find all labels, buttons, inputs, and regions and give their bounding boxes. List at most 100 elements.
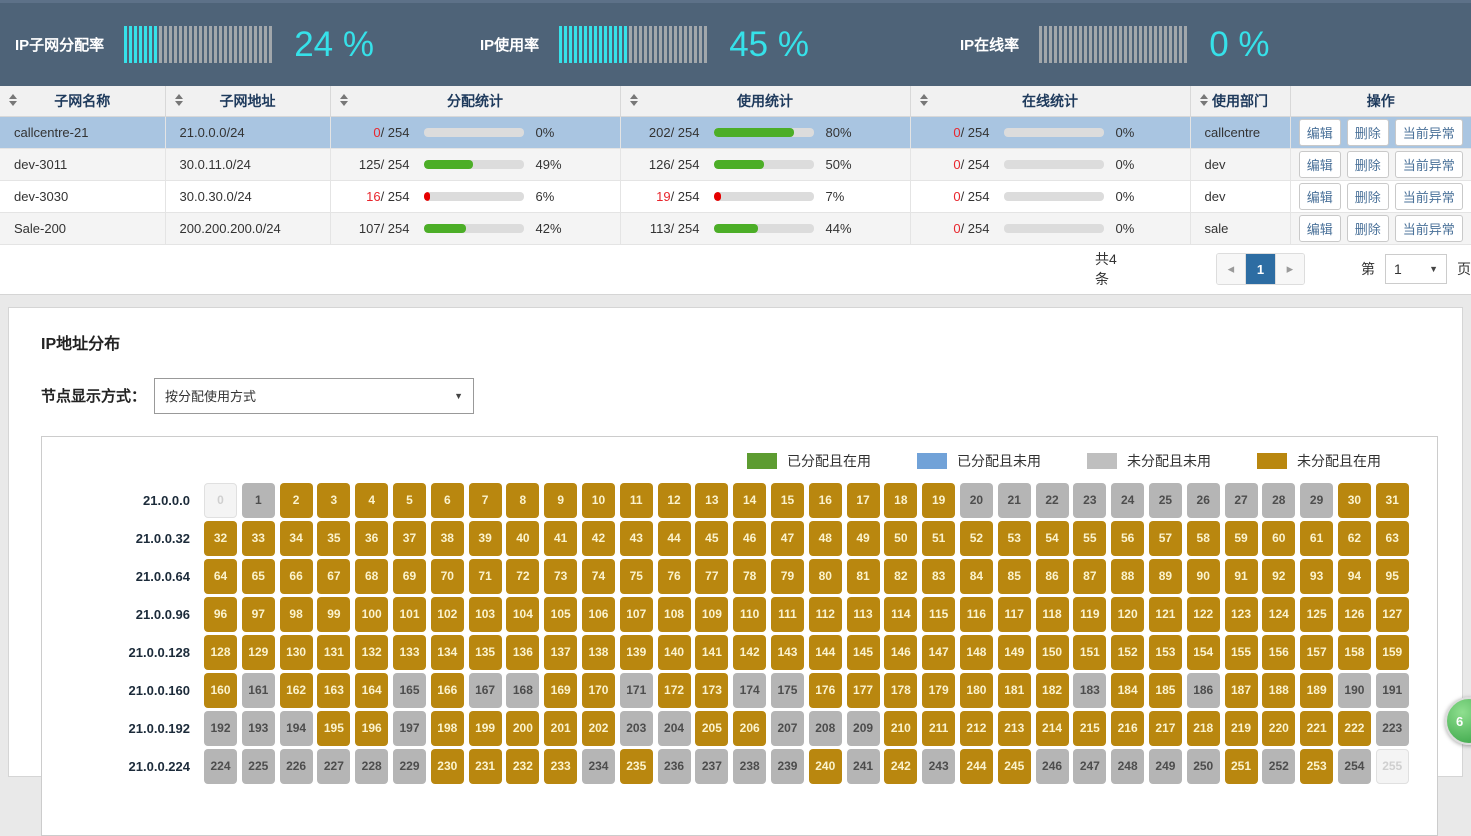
ip-cell[interactable]: 183 [1073, 673, 1106, 708]
ip-cell[interactable]: 96 [204, 597, 237, 632]
ip-cell[interactable]: 29 [1300, 483, 1333, 518]
ip-cell[interactable]: 116 [960, 597, 993, 632]
ip-cell[interactable]: 133 [393, 635, 426, 670]
ip-cell[interactable]: 21 [998, 483, 1031, 518]
ip-cell[interactable]: 30 [1338, 483, 1371, 518]
ip-cell[interactable]: 188 [1262, 673, 1295, 708]
column-header-1[interactable]: 子网名称 [0, 86, 165, 116]
ip-cell[interactable]: 88 [1111, 559, 1144, 594]
ip-cell[interactable]: 221 [1300, 711, 1333, 746]
ip-cell[interactable]: 89 [1149, 559, 1182, 594]
ip-cell[interactable]: 236 [658, 749, 691, 784]
ip-cell[interactable]: 215 [1073, 711, 1106, 746]
ip-cell[interactable]: 58 [1187, 521, 1220, 556]
ip-cell[interactable]: 99 [317, 597, 350, 632]
ip-cell[interactable]: 190 [1338, 673, 1371, 708]
ip-cell[interactable]: 246 [1036, 749, 1069, 784]
ip-cell[interactable]: 95 [1376, 559, 1409, 594]
ip-cell[interactable]: 22 [1036, 483, 1069, 518]
ip-cell[interactable]: 94 [1338, 559, 1371, 594]
ip-cell[interactable]: 237 [695, 749, 728, 784]
ip-cell[interactable]: 234 [582, 749, 615, 784]
ip-cell[interactable]: 150 [1036, 635, 1069, 670]
ip-cell[interactable]: 101 [393, 597, 426, 632]
current-anomaly-button[interactable]: 当前异常 [1395, 119, 1463, 146]
ip-cell[interactable]: 172 [658, 673, 691, 708]
ip-cell[interactable]: 145 [847, 635, 880, 670]
ip-cell[interactable]: 24 [1111, 483, 1144, 518]
edit-button[interactable]: 编辑 [1299, 151, 1341, 178]
ip-cell[interactable]: 10 [582, 483, 615, 518]
column-header-6[interactable]: 使用部门 [1190, 86, 1290, 116]
ip-cell[interactable]: 251 [1225, 749, 1258, 784]
ip-cell[interactable]: 35 [317, 521, 350, 556]
ip-cell[interactable]: 37 [393, 521, 426, 556]
ip-cell[interactable]: 126 [1338, 597, 1371, 632]
ip-cell[interactable]: 7 [469, 483, 502, 518]
ip-cell[interactable]: 123 [1225, 597, 1258, 632]
ip-cell[interactable]: 170 [582, 673, 615, 708]
ip-cell[interactable]: 102 [431, 597, 464, 632]
ip-cell[interactable]: 176 [809, 673, 842, 708]
ip-cell[interactable]: 239 [771, 749, 804, 784]
ip-cell[interactable]: 158 [1338, 635, 1371, 670]
ip-cell[interactable]: 110 [733, 597, 766, 632]
ip-cell[interactable]: 4 [355, 483, 388, 518]
ip-cell[interactable]: 151 [1073, 635, 1106, 670]
ip-cell[interactable]: 62 [1338, 521, 1371, 556]
current-anomaly-button[interactable]: 当前异常 [1395, 183, 1463, 210]
edit-button[interactable]: 编辑 [1299, 119, 1341, 146]
ip-cell[interactable]: 233 [544, 749, 577, 784]
ip-cell[interactable]: 199 [469, 711, 502, 746]
ip-cell[interactable]: 20 [960, 483, 993, 518]
ip-cell[interactable]: 118 [1036, 597, 1069, 632]
ip-cell[interactable]: 223 [1376, 711, 1409, 746]
ip-cell[interactable]: 108 [658, 597, 691, 632]
ip-cell[interactable]: 164 [355, 673, 388, 708]
ip-cell[interactable]: 115 [922, 597, 955, 632]
ip-cell[interactable]: 26 [1187, 483, 1220, 518]
ip-cell[interactable]: 213 [998, 711, 1031, 746]
ip-cell[interactable]: 187 [1225, 673, 1258, 708]
ip-cell[interactable]: 82 [884, 559, 917, 594]
ip-cell[interactable]: 43 [620, 521, 653, 556]
ip-cell[interactable]: 147 [922, 635, 955, 670]
ip-cell[interactable]: 80 [809, 559, 842, 594]
column-header-3[interactable]: 分配统计 [330, 86, 620, 116]
ip-cell[interactable]: 157 [1300, 635, 1333, 670]
delete-button[interactable]: 删除 [1347, 151, 1389, 178]
ip-cell[interactable]: 138 [582, 635, 615, 670]
ip-cell[interactable]: 93 [1300, 559, 1333, 594]
ip-cell[interactable]: 31 [1376, 483, 1409, 518]
ip-cell[interactable]: 111 [771, 597, 804, 632]
ip-cell[interactable]: 130 [280, 635, 313, 670]
ip-cell[interactable]: 50 [884, 521, 917, 556]
ip-cell[interactable]: 71 [469, 559, 502, 594]
ip-cell[interactable]: 42 [582, 521, 615, 556]
ip-cell[interactable]: 191 [1376, 673, 1409, 708]
ip-cell[interactable]: 51 [922, 521, 955, 556]
ip-cell[interactable]: 106 [582, 597, 615, 632]
ip-cell[interactable]: 250 [1187, 749, 1220, 784]
ip-cell[interactable]: 134 [431, 635, 464, 670]
column-header-2[interactable]: 子网地址 [165, 86, 330, 116]
page-select[interactable]: 1 ▼ [1385, 254, 1447, 284]
ip-cell[interactable]: 203 [620, 711, 653, 746]
ip-cell[interactable]: 68 [355, 559, 388, 594]
ip-cell[interactable]: 169 [544, 673, 577, 708]
ip-cell[interactable]: 185 [1149, 673, 1182, 708]
ip-cell[interactable]: 104 [506, 597, 539, 632]
ip-cell[interactable]: 97 [242, 597, 275, 632]
ip-cell[interactable]: 228 [355, 749, 388, 784]
ip-cell[interactable]: 192 [204, 711, 237, 746]
ip-cell[interactable]: 45 [695, 521, 728, 556]
delete-button[interactable]: 删除 [1347, 215, 1389, 242]
next-page-button[interactable]: ▸ [1275, 254, 1304, 284]
ip-cell[interactable]: 212 [960, 711, 993, 746]
ip-cell[interactable]: 78 [733, 559, 766, 594]
ip-cell[interactable]: 120 [1111, 597, 1144, 632]
ip-cell[interactable]: 38 [431, 521, 464, 556]
ip-cell[interactable]: 54 [1036, 521, 1069, 556]
ip-cell[interactable]: 41 [544, 521, 577, 556]
ip-cell[interactable]: 207 [771, 711, 804, 746]
